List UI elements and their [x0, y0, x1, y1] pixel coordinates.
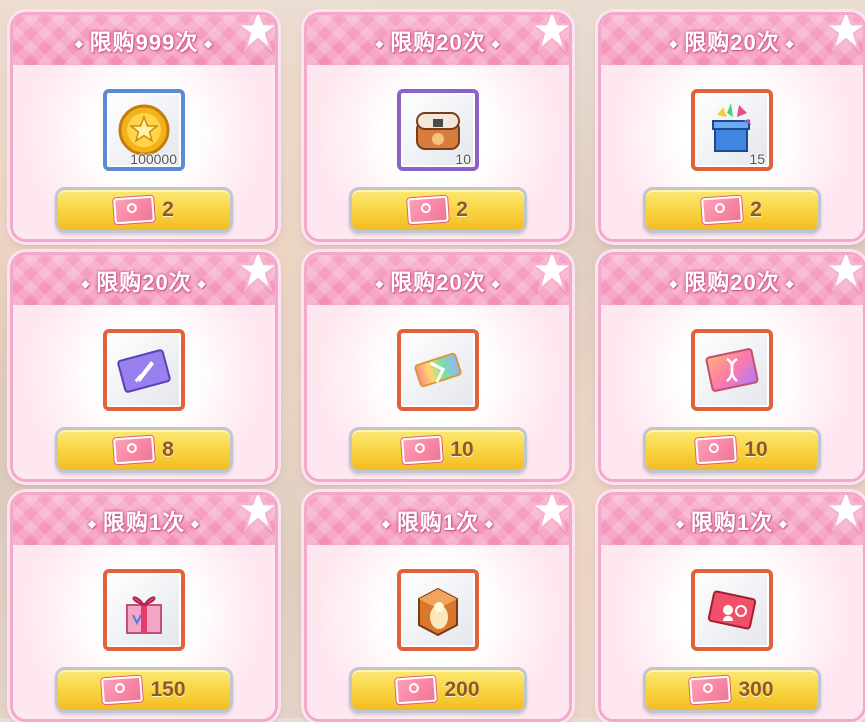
- star-icon: [823, 255, 863, 293]
- shop-item-card[interactable]: 限购20次 10: [304, 252, 572, 482]
- pink-ticket-icon: [401, 435, 444, 465]
- price-label: 200: [444, 678, 480, 701]
- dna-card-icon: [705, 348, 759, 392]
- price-label: 10: [450, 438, 474, 461]
- pink-ticket-icon: [407, 195, 450, 225]
- buy-button[interactable]: 300: [643, 667, 821, 713]
- card-body: 300: [601, 545, 863, 719]
- pink-ticket-icon: [689, 675, 732, 705]
- shop-item-card[interactable]: 限购999次 100000 2: [10, 12, 278, 242]
- buy-button[interactable]: 2: [55, 187, 233, 233]
- buy-button[interactable]: 2: [643, 187, 821, 233]
- card-body: 10 2: [307, 65, 569, 239]
- star-icon: [823, 15, 863, 53]
- shop-item-card[interactable]: 限购1次 150: [10, 492, 278, 722]
- buy-button[interactable]: 10: [349, 427, 527, 473]
- silhouette-cube-icon: [418, 587, 458, 637]
- card-body: 10: [307, 305, 569, 479]
- pink-ticket-icon: [395, 675, 438, 705]
- item-slot[interactable]: 15: [691, 89, 773, 171]
- pink-ticket-icon: [701, 195, 744, 225]
- price-label: 2: [162, 198, 174, 221]
- shop-item-card[interactable]: 限购1次 300: [598, 492, 865, 722]
- item-slot[interactable]: 100000: [103, 89, 185, 171]
- shop-item-card[interactable]: 限购20次 8: [10, 252, 278, 482]
- item-slot[interactable]: [397, 329, 479, 411]
- card-body: 10: [601, 305, 863, 479]
- price-label: 300: [738, 678, 774, 701]
- star-icon: [235, 255, 275, 293]
- pink-ticket-icon: [113, 435, 156, 465]
- buy-button[interactable]: 2: [349, 187, 527, 233]
- red-ticket-icon: [707, 590, 757, 630]
- price-label: 2: [750, 198, 762, 221]
- item-slot[interactable]: [103, 569, 185, 651]
- item-slot[interactable]: [691, 569, 773, 651]
- item-slot[interactable]: [691, 329, 773, 411]
- card-body: 15 2: [601, 65, 863, 239]
- star-icon: [529, 495, 569, 533]
- item-quantity: 15: [749, 151, 765, 167]
- shop-item-card[interactable]: 限购20次 10 2: [304, 12, 572, 242]
- price-label: 10: [744, 438, 768, 461]
- price-label: 150: [150, 678, 186, 701]
- shop-item-card[interactable]: 限购20次 15 2: [598, 12, 865, 242]
- buy-button[interactable]: 10: [643, 427, 821, 473]
- star-icon: [529, 15, 569, 53]
- item-quantity: 10: [455, 151, 471, 167]
- shop-item-card[interactable]: 限购1次 200: [304, 492, 572, 722]
- shop-item-card[interactable]: 限购20次 10: [598, 252, 865, 482]
- rainbow-ticket-icon: [414, 352, 462, 388]
- item-slot[interactable]: [103, 329, 185, 411]
- pink-ticket-icon: [695, 435, 738, 465]
- star-icon: [235, 495, 275, 533]
- buy-button[interactable]: 8: [55, 427, 233, 473]
- card-body: 8: [13, 305, 275, 479]
- item-quantity: 100000: [130, 151, 177, 167]
- star-icon: [235, 15, 275, 53]
- item-slot[interactable]: [397, 569, 479, 651]
- card-body: 100000 2: [13, 65, 275, 239]
- price-label: 8: [162, 438, 174, 461]
- card-body: 150: [13, 545, 275, 719]
- star-icon: [823, 495, 863, 533]
- buy-button[interactable]: 150: [55, 667, 233, 713]
- item-slot[interactable]: 10: [397, 89, 479, 171]
- pink-ticket-icon: [101, 675, 144, 705]
- star-icon: [529, 255, 569, 293]
- present-box-icon: [126, 596, 162, 634]
- sword-card-icon: [117, 349, 171, 393]
- card-body: 200: [307, 545, 569, 719]
- buy-button[interactable]: 200: [349, 667, 527, 713]
- price-label: 2: [456, 198, 468, 221]
- pink-ticket-icon: [113, 195, 156, 225]
